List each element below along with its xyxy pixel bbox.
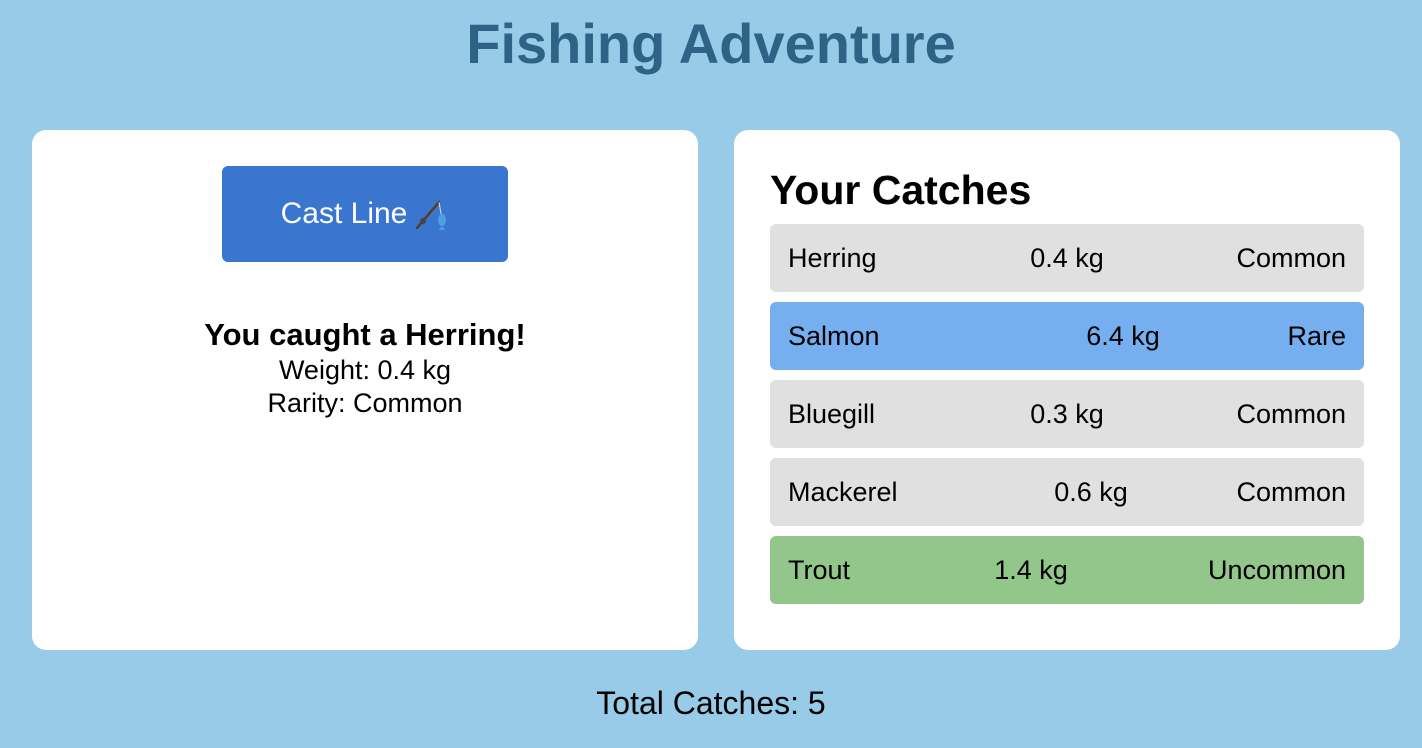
cast-line-button-label: Cast Line xyxy=(280,197,408,230)
catch-row[interactable]: Salmon 6.4 kg Rare xyxy=(770,302,1364,370)
catch-row[interactable]: Bluegill 0.3 kg Common xyxy=(770,380,1364,448)
cast-line-button[interactable]: Cast Line xyxy=(222,166,508,262)
page-title: Fishing Adventure xyxy=(466,12,956,75)
catches-panel: Your Catches Herring 0.4 kg Common Salmo… xyxy=(734,130,1400,650)
catch-list: Herring 0.4 kg Common Salmon 6.4 kg Rare… xyxy=(770,224,1364,614)
catch-rarity: Uncommon xyxy=(1207,555,1346,585)
catches-title: Your Catches xyxy=(770,167,1032,213)
catch-rarity: Common xyxy=(1236,477,1346,507)
catch-row[interactable]: Mackerel 0.6 kg Common xyxy=(770,458,1364,526)
catch-result: You caught a Herring! Weight: 0.4 kg Rar… xyxy=(32,316,698,420)
result-weight: Weight: 0.4 kg xyxy=(278,355,452,385)
catch-rarity: Common xyxy=(1236,243,1346,273)
total-catches: Total Catches: 5 xyxy=(596,685,826,721)
catch-rarity: Rare xyxy=(1287,321,1346,351)
catch-rarity: Common xyxy=(1236,399,1346,429)
cast-panel: Cast Line You caught a Herring! Weight: … xyxy=(32,130,698,650)
result-heading: You caught a Herring! xyxy=(204,317,526,352)
fishing-rod-icon xyxy=(416,200,447,230)
catch-row[interactable]: Herring 0.4 kg Common xyxy=(770,224,1364,292)
catch-row[interactable]: Trout 1.4 kg Uncommon xyxy=(770,536,1364,604)
result-rarity: Rarity: Common xyxy=(267,388,463,418)
